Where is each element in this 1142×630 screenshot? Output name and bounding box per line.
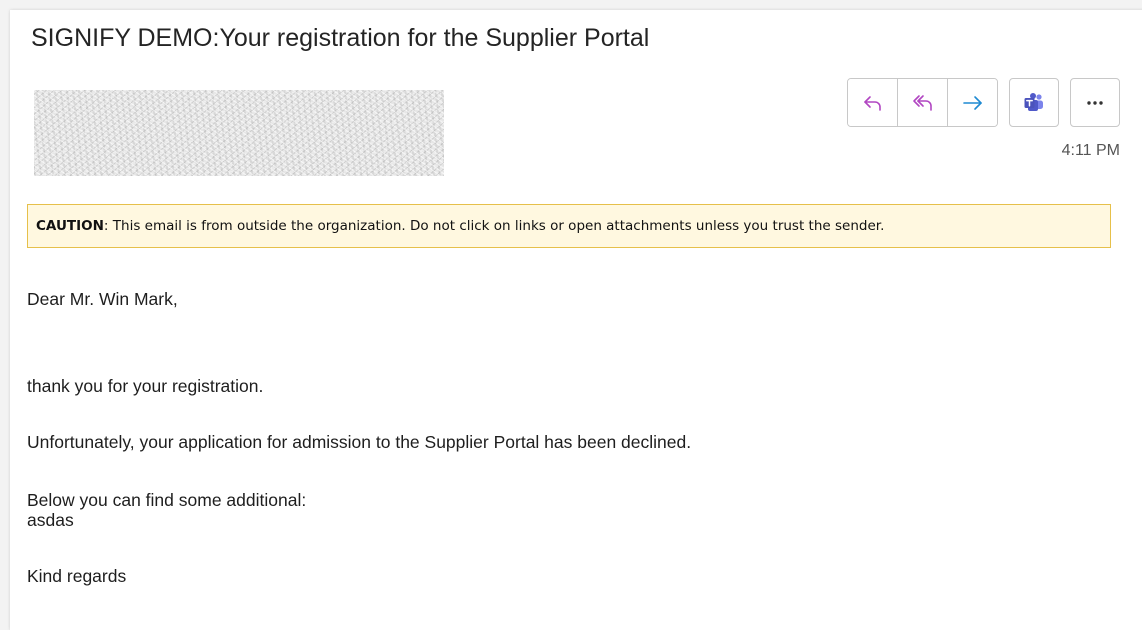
received-time: 4:11 PM xyxy=(1061,142,1120,159)
body-line-4: asdas xyxy=(27,510,74,530)
forward-icon xyxy=(962,95,982,110)
caution-text: : This email is from outside the organiz… xyxy=(103,218,885,234)
closing-line: Kind regards xyxy=(27,566,127,586)
caution-label: CAUTION xyxy=(36,218,104,234)
email-subject: SIGNIFY DEMO:Your registration for the S… xyxy=(31,24,650,52)
body-line-1: thank you for your registration. xyxy=(27,376,264,396)
reply-icon xyxy=(863,95,881,111)
more-options-icon xyxy=(1087,100,1103,105)
teams-button[interactable] xyxy=(1009,78,1059,127)
reply-all-button[interactable] xyxy=(897,79,947,126)
reply-all-icon xyxy=(912,94,932,111)
message-actions-toolbar xyxy=(847,78,1120,127)
reply-button[interactable] xyxy=(848,79,897,126)
more-options-button[interactable] xyxy=(1070,78,1120,127)
forward-button[interactable] xyxy=(947,79,997,126)
body-line-3: Below you can find some additional: xyxy=(27,490,307,510)
external-caution-banner: CAUTION: This email is from outside the … xyxy=(27,204,1111,248)
reply-button-group xyxy=(847,78,998,127)
greeting-line: Dear Mr. Win Mark, xyxy=(27,289,178,309)
teams-icon xyxy=(1024,92,1043,111)
body-line-2: Unfortunately, your application for admi… xyxy=(27,432,692,452)
sender-info-redacted xyxy=(34,90,444,176)
